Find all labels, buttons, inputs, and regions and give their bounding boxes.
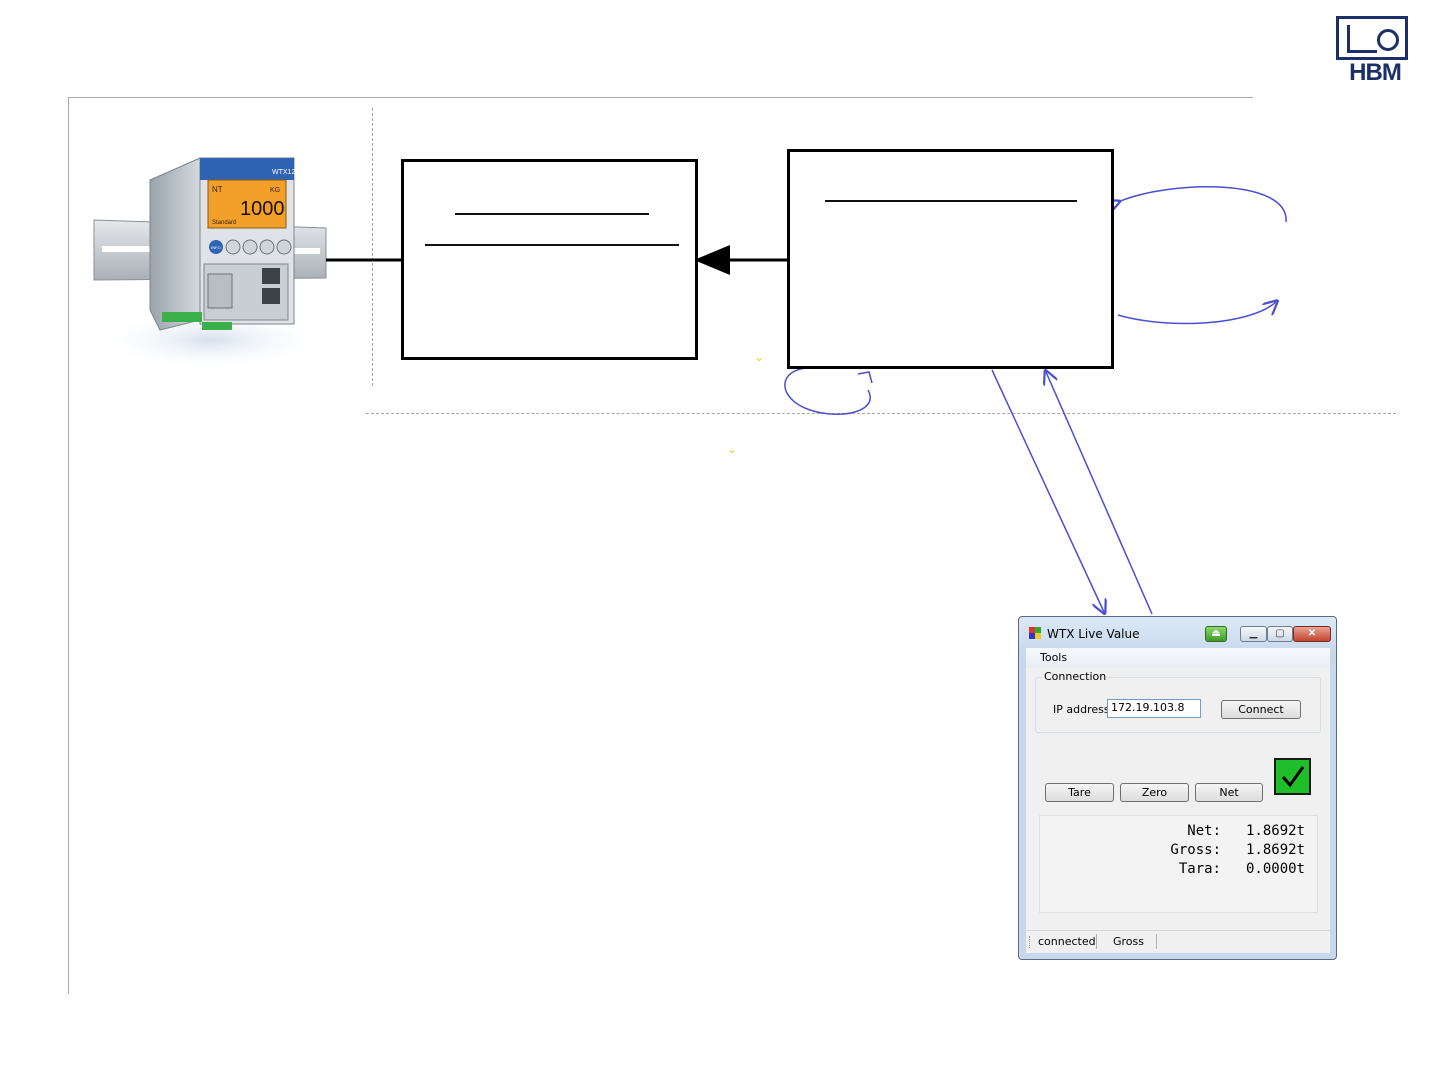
diagram-box-right <box>787 149 1114 369</box>
app-icon <box>1029 627 1041 639</box>
ip-address-label: IP address <box>1053 703 1110 716</box>
readout-gross-value: 1.8692t <box>1245 842 1305 858</box>
readout-net-value: 1.8692t <box>1245 823 1305 839</box>
loop-arc-top <box>1118 186 1287 223</box>
maximize-button[interactable]: ▢ <box>1267 626 1293 642</box>
connection-group-label: Connection <box>1042 670 1109 683</box>
yellow-tick-mark-2: ⌄ <box>727 442 738 456</box>
readout-tara-label: Tara: <box>1178 861 1221 877</box>
diagram-box-left <box>401 159 698 360</box>
self-loop-arrowhead <box>857 371 873 384</box>
arrow-dialog-to-box2 <box>1046 372 1153 615</box>
menu-bar: Tools <box>1026 648 1330 668</box>
checkmark-icon <box>1281 766 1305 788</box>
self-loop-arc <box>784 367 871 415</box>
connection-group: Connection IP address 172.19.103.8 Conne… <box>1035 670 1321 733</box>
menu-tools[interactable]: Tools <box>1040 651 1067 664</box>
net-button[interactable]: Net <box>1195 783 1263 802</box>
readout-tara-value: 0.0000t <box>1245 861 1305 877</box>
arrow-box2-to-dialog <box>991 369 1104 612</box>
status-ok-indicator <box>1274 758 1311 795</box>
window-client-area: Tools Connection IP address 172.19.103.8… <box>1026 648 1330 953</box>
weight-readout-panel: Net: 1.8692t Gross: 1.8692t Tara: 0.0000… <box>1039 815 1318 913</box>
wtx-live-value-window: WTX Live Value ⏏ ▁ ▢ ✕ Tools Connection … <box>1018 616 1337 960</box>
ip-address-input[interactable]: 172.19.103.8 <box>1107 699 1201 718</box>
status-connection: connected <box>1038 935 1096 948</box>
box-left-rule-2 <box>425 244 679 246</box>
status-bar: connected Gross <box>1026 930 1330 953</box>
tare-button[interactable]: Tare <box>1045 783 1114 802</box>
connect-button[interactable]: Connect <box>1221 700 1301 719</box>
status-mode: Gross <box>1113 935 1144 948</box>
minimize-button[interactable]: ▁ <box>1240 626 1267 642</box>
box-left-rule-1 <box>455 213 649 215</box>
yellow-tick-mark-1: ⌄ <box>754 350 765 364</box>
window-titlebar[interactable]: WTX Live Value ⏏ ▁ ▢ ✕ <box>1019 617 1336 649</box>
loop-arc-bottom <box>1117 302 1276 325</box>
readout-net-label: Net: <box>1187 823 1221 839</box>
eject-icon[interactable]: ⏏ <box>1205 626 1227 642</box>
zero-button[interactable]: Zero <box>1120 783 1189 802</box>
box-right-rule <box>825 200 1077 202</box>
close-button[interactable]: ✕ <box>1293 626 1331 642</box>
status-grip <box>1029 936 1032 948</box>
window-title: WTX Live Value <box>1047 627 1140 641</box>
readout-gross-label: Gross: <box>1170 842 1221 858</box>
